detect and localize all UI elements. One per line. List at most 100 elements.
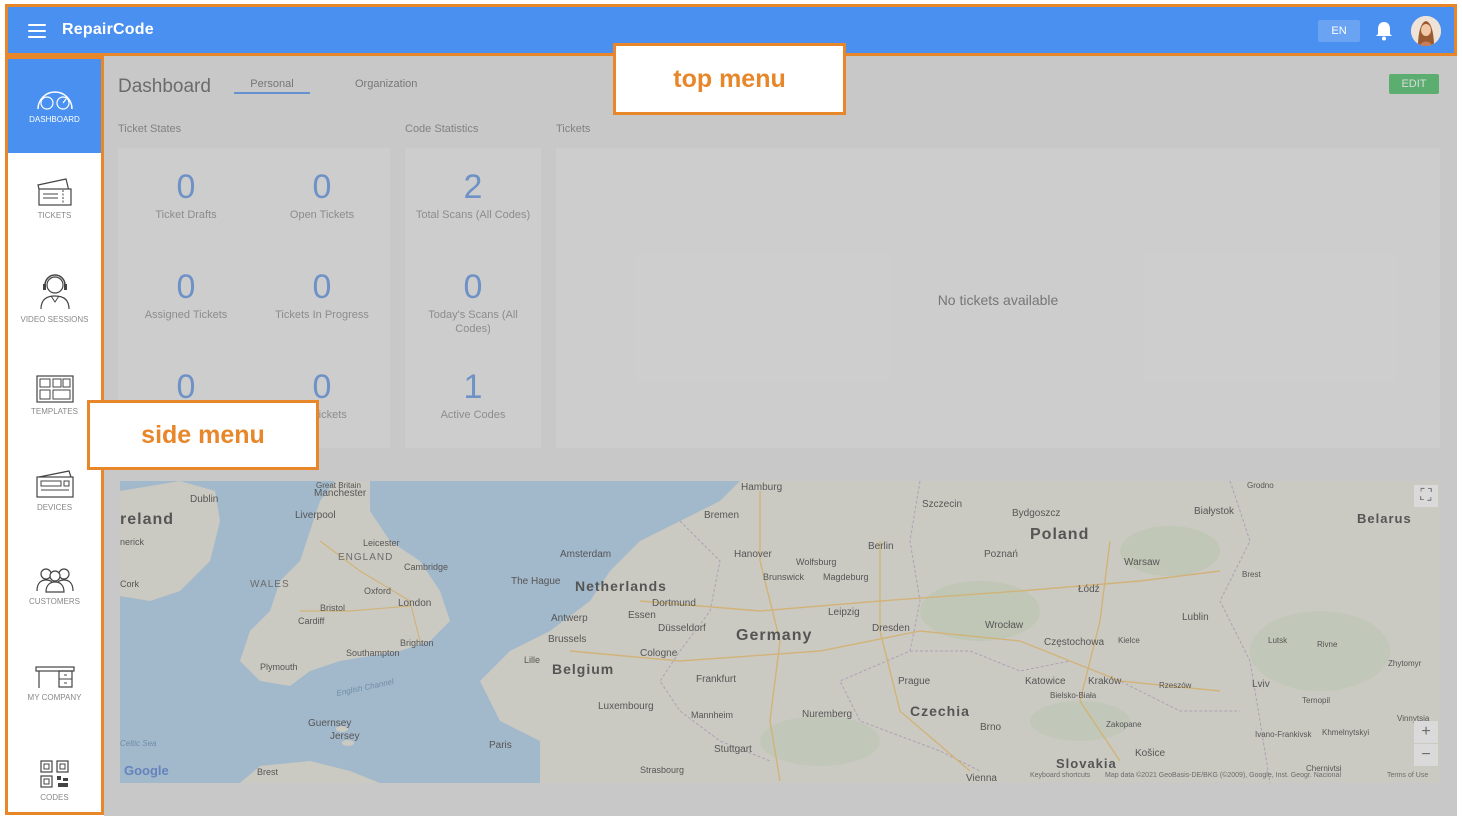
stat-value: 0 <box>463 268 483 306</box>
map-label-city: Southampton <box>346 648 400 658</box>
map-label-city: Oxford <box>364 586 392 596</box>
map-label-city: Hanover <box>734 549 772 560</box>
menu-icon[interactable] <box>28 24 46 38</box>
map-label-country: Belgium <box>552 661 615 677</box>
stat-label: Tickets In Progress <box>275 309 369 321</box>
map-label-city: Białystok <box>1194 506 1235 517</box>
stat-open-tickets[interactable]: 0 Open Tickets <box>254 168 390 222</box>
map-label-city: Brest <box>1242 570 1261 579</box>
map-label-country: Czechia <box>910 703 970 719</box>
bell-icon[interactable] <box>1374 20 1394 42</box>
map-label-city: Liverpool <box>295 510 336 521</box>
map-label-country: Belarus <box>1357 511 1412 526</box>
map-label-city: Stuttgart <box>714 744 752 755</box>
stat-todays-scans[interactable]: 0 Today's Scans (All Codes) <box>405 268 541 336</box>
sidebar-item-tickets[interactable]: TICKETS <box>8 177 101 220</box>
map-label-city: Warsaw <box>1124 557 1160 568</box>
map-label-city: Bydgoszcz <box>1012 508 1061 519</box>
map-label-city: Brunswick <box>763 572 805 582</box>
map-label-city: Leipzig <box>828 607 860 618</box>
map-label-city: Szczecin <box>922 499 963 510</box>
language-button[interactable]: EN <box>1318 20 1360 42</box>
map-label-city: Kielce <box>1118 636 1140 645</box>
stat-label: Total Scans (All Codes) <box>415 209 531 221</box>
map-label-city: Lille <box>524 655 541 665</box>
brand-logo[interactable]: RepairCode <box>62 21 154 39</box>
map-label-country: Netherlands <box>575 578 667 594</box>
people-group-icon <box>35 568 74 593</box>
sidebar-item-label: DASHBOARD <box>29 114 80 124</box>
map-label-city: Dortmund <box>652 598 696 609</box>
stat-assigned-tickets[interactable]: 0 Assigned Tickets <box>118 268 254 322</box>
sidebar-item-dashboard[interactable]: DASHBOARD <box>8 59 101 153</box>
speedometer-icon <box>36 90 73 110</box>
stat-ticket-drafts[interactable]: 0 Ticket Drafts <box>118 168 254 222</box>
map-label-city: Częstochowa <box>1044 637 1105 648</box>
map-label-city: Brno <box>980 722 1002 733</box>
no-tickets-message: No tickets available <box>937 292 1059 308</box>
stat-value: 1 <box>463 368 483 406</box>
tab-organization[interactable]: Organization <box>355 78 417 90</box>
sidebar-item-label: VIDEO SESSIONS <box>20 315 89 324</box>
map-label-city: London <box>398 598 432 609</box>
map-label-city: Brighton <box>400 638 434 648</box>
map-label-city: Khmelnytskyi <box>1322 728 1370 737</box>
map-label-city: Lutsk <box>1268 636 1288 645</box>
map-label-city: Strasbourg <box>640 765 685 775</box>
map-label-city: Amsterdam <box>560 549 612 560</box>
sidebar-item-video-sessions[interactable]: VIDEO SESSIONS <box>8 271 101 324</box>
map-label-city: Vienna <box>966 773 997 783</box>
map-label-city: Cologne <box>640 648 678 659</box>
stat-value: 0 <box>312 168 332 206</box>
stat-value: 0 <box>312 268 332 306</box>
map-label-city: Antwerp <box>551 613 588 624</box>
stat-value: 0 <box>176 168 196 206</box>
stat-tickets-in-progress[interactable]: 0 Tickets In Progress <box>254 268 390 322</box>
edit-button[interactable]: EDIT <box>1389 74 1439 94</box>
zoom-out-icon[interactable]: − <box>1414 744 1438 766</box>
map-label-city: nerick <box>120 537 145 547</box>
map-label-region: WALES <box>250 579 290 590</box>
sidebar-item-my-company[interactable]: MY COMPANY <box>8 665 101 702</box>
map-label-city: Cardiff <box>298 616 325 626</box>
map[interactable]: reland Netherlands Belgium Germany Polan… <box>120 481 1440 783</box>
sidebar-item-label: CUSTOMERS <box>29 597 80 606</box>
map-label-city: Mannheim <box>691 710 734 720</box>
fullscreen-icon[interactable]: ⛶ <box>1414 485 1438 507</box>
zoom-in-icon[interactable]: + <box>1414 721 1438 743</box>
stat-value: 2 <box>463 168 483 206</box>
map-label-city: The Hague <box>511 576 561 587</box>
map-attribution[interactable]: Keyboard shortcuts <box>1030 772 1090 779</box>
qr-code-icon <box>39 760 69 788</box>
map-label-city: Prague <box>898 676 931 687</box>
map-label-city: Leicester <box>363 538 400 548</box>
map-label-city: Brest <box>257 767 279 777</box>
map-attribution[interactable]: Terms of Use <box>1387 772 1428 779</box>
tab-personal[interactable]: Personal <box>234 78 310 94</box>
avatar[interactable] <box>1411 16 1441 46</box>
sidebar-item-devices[interactable]: DEVICES <box>8 469 101 512</box>
stat-active-codes[interactable]: 1 Active Codes <box>405 368 541 422</box>
stat-total-scans[interactable]: 2 Total Scans (All Codes) <box>405 168 541 222</box>
stat-label: Assigned Tickets <box>144 309 228 321</box>
map-label-city: Magdeburg <box>823 572 869 582</box>
map-label-country: Poland <box>1030 526 1090 543</box>
map-label-city: Plymouth <box>260 662 298 672</box>
map-label-city: Jersey <box>330 731 360 742</box>
page-title: Dashboard <box>118 76 211 97</box>
map-label-city: Luxembourg <box>598 701 654 712</box>
map-attribution: Map data ©2021 GeoBasis-DE/BKG (©2009), … <box>1105 772 1341 779</box>
map-label-sea: Celtic Sea <box>120 739 157 748</box>
sidebar-item-label: MY COMPANY <box>27 693 82 702</box>
map-label-city: Guernsey <box>308 718 352 729</box>
map-label-city: Düsseldorf <box>658 623 706 634</box>
map-label-city: Lviv <box>1252 679 1270 690</box>
sidebar-item-customers[interactable]: CUSTOMERS <box>8 567 101 606</box>
stat-value: 0 <box>176 268 196 306</box>
section-tickets: Tickets <box>556 123 591 135</box>
map-label-region: ENGLAND <box>338 552 394 563</box>
templates-grid-icon <box>35 375 74 403</box>
map-label-city: Brussels <box>548 634 587 645</box>
map-label-city: Paris <box>489 740 512 751</box>
sidebar-item-codes[interactable]: CODES <box>8 759 101 802</box>
